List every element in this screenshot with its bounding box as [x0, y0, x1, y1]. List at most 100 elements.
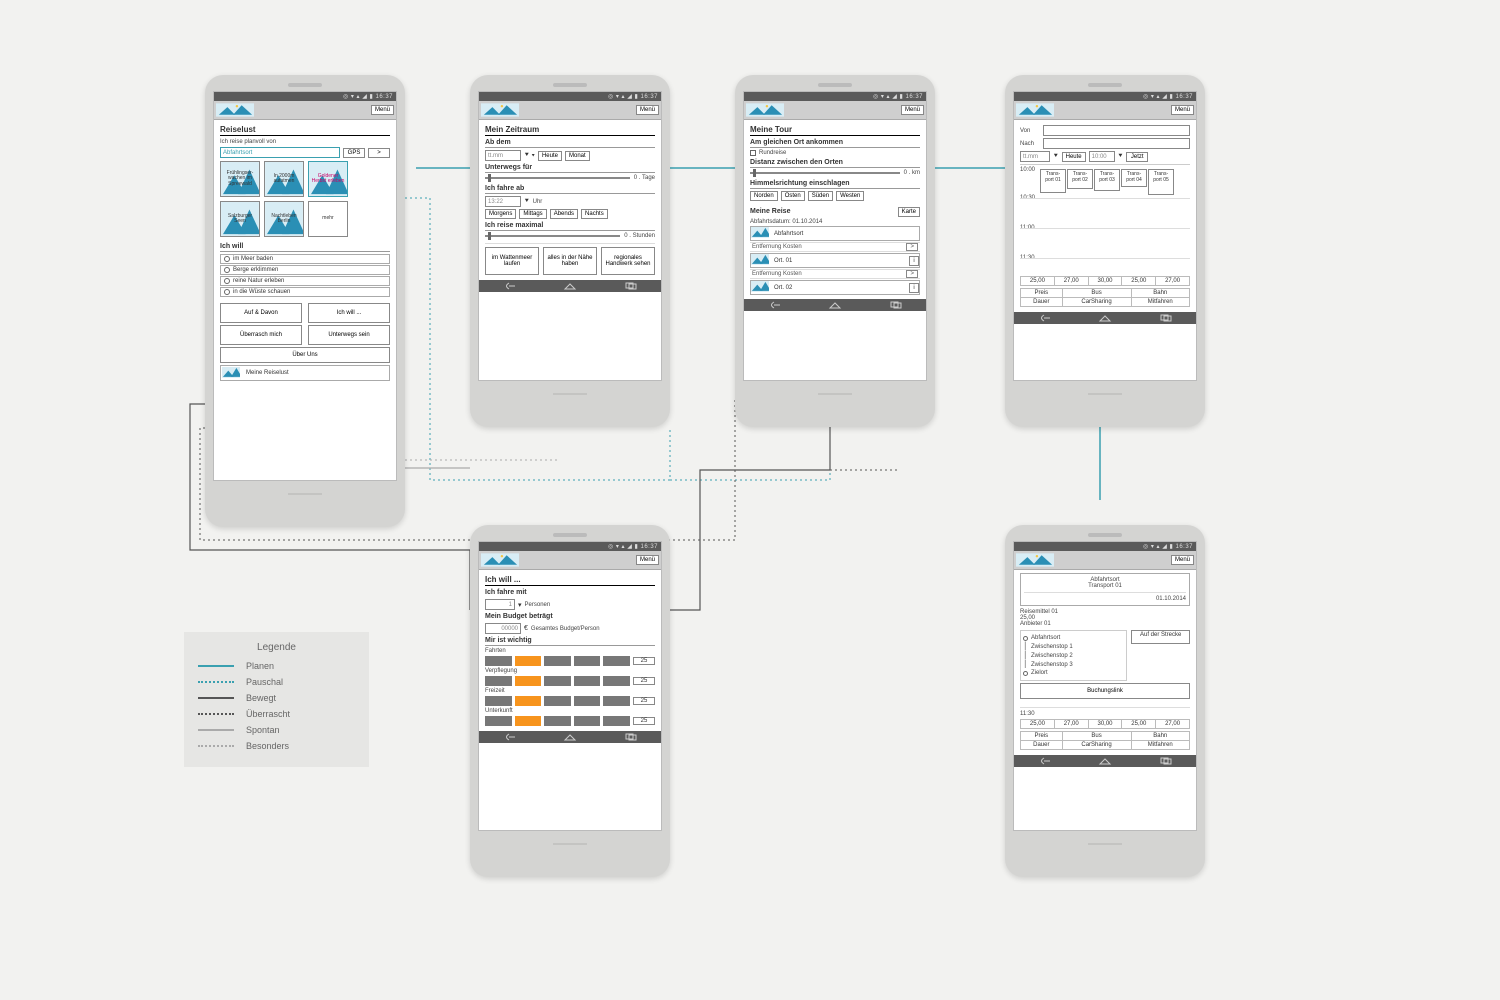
menu-button[interactable]: Menü	[901, 105, 924, 115]
menu-button[interactable]: Menü	[636, 105, 659, 115]
mittags-button[interactable]: Mittags	[519, 209, 546, 219]
heute-button[interactable]: Heute	[538, 151, 562, 161]
tile-3[interactable]: Salzburger Seen	[220, 201, 260, 237]
dir-ost[interactable]: Osten	[781, 191, 805, 201]
trans-04[interactable]: Trans-port 04	[1121, 169, 1147, 187]
menu-button[interactable]: Menü	[371, 105, 394, 115]
to-input[interactable]	[1043, 138, 1190, 149]
route-item-1[interactable]: Ort. 01i	[750, 253, 920, 268]
home-icon[interactable]	[1097, 314, 1113, 322]
app-logo	[746, 103, 784, 117]
trans-03[interactable]: Trans-port 03	[1094, 169, 1120, 191]
route-item-2[interactable]: Ort. 02i	[750, 280, 920, 295]
recent-icon[interactable]	[888, 301, 904, 309]
home-icon[interactable]	[827, 301, 843, 309]
max-label: Ich reise maximal	[485, 222, 655, 231]
tile-4[interactable]: Nachtleben Berlin	[264, 201, 304, 237]
go-button[interactable]: >	[368, 148, 390, 158]
back-icon[interactable]	[501, 733, 517, 741]
opt-2[interactable]: reine Natur erleben	[220, 276, 390, 286]
jetzt-button[interactable]: Jetzt	[1126, 152, 1148, 162]
tile-more[interactable]: mehr	[308, 201, 348, 237]
opt-0[interactable]: im Meer baden	[220, 254, 390, 264]
menu-button[interactable]: Menü	[1171, 555, 1194, 565]
price-table: 25,0027,0030,0025,0027,00	[1020, 276, 1190, 286]
home-icon[interactable]	[562, 733, 578, 741]
strecke-button[interactable]: Auf der Strecke	[1131, 630, 1190, 644]
trans-02[interactable]: Trans-port 02	[1067, 169, 1093, 189]
persons-input[interactable]: 1	[485, 599, 515, 610]
time-input[interactable]: 13:22	[485, 196, 521, 207]
tile-2[interactable]: Goldener Herbst erleben	[308, 161, 348, 197]
dir-sued[interactable]: Süden	[808, 191, 833, 201]
morgens-button[interactable]: Morgens	[485, 209, 516, 219]
same-place-label: Am gleichen Ort ankommen	[750, 139, 920, 148]
handwerk-button[interactable]: regionales Handwerk sehen	[601, 247, 655, 275]
tile-0[interactable]: Frühlingser-wachen im Spreewald	[220, 161, 260, 197]
budget-input[interactable]: 00000	[485, 623, 521, 634]
trans-05[interactable]: Trans-port 05	[1148, 169, 1174, 195]
recent-icon[interactable]	[623, 282, 639, 290]
distance-slider[interactable]: 0 . km	[750, 170, 920, 176]
auf-davon-button[interactable]: Auf & Davon	[220, 303, 302, 323]
recent-icon[interactable]	[1158, 314, 1174, 322]
about-button[interactable]: Über Uns	[220, 347, 390, 363]
fahrten-value[interactable]: 25	[633, 657, 655, 665]
map-button[interactable]: Karte	[898, 207, 920, 217]
want-heading: Ich will	[220, 243, 390, 252]
unterkunft-value[interactable]: 25	[633, 717, 655, 725]
price-table: 25,0027,0030,0025,0027,00	[1020, 719, 1190, 729]
freizeit-value[interactable]: 25	[633, 697, 655, 705]
departure-input[interactable]: Abfahrtsort	[220, 147, 340, 158]
preis-btn[interactable]: Preis	[1021, 289, 1063, 298]
bus-btn[interactable]: Bus	[1062, 289, 1131, 298]
ueberrasch-button[interactable]: Überrasch mich	[220, 325, 302, 345]
my-route-heading: Meine Reise	[750, 208, 790, 216]
bahn-btn[interactable]: Bahn	[1131, 289, 1190, 298]
recent-icon[interactable]	[623, 733, 639, 741]
android-navbar	[479, 731, 661, 743]
home-icon[interactable]	[1097, 757, 1113, 765]
time-input[interactable]: 10:00	[1089, 151, 1115, 162]
inspiration-tiles: Frühlingser-wachen im Spreewald In 2000m…	[220, 161, 390, 237]
tile-1[interactable]: In 2000m aufatmen	[264, 161, 304, 197]
opt-1[interactable]: Berge erklimmen	[220, 265, 390, 275]
legend-panel: Legende Planen Pauschal Bewegt Überrasch…	[184, 632, 369, 767]
abends-button[interactable]: Abends	[550, 209, 578, 219]
carshare-btn[interactable]: CarSharing	[1062, 298, 1131, 307]
back-icon[interactable]	[1036, 314, 1052, 322]
heute-button[interactable]: Heute	[1062, 152, 1086, 162]
date-input[interactable]: tt.mm	[1020, 151, 1050, 162]
gps-button[interactable]: GPS	[343, 148, 365, 158]
back-icon[interactable]	[501, 282, 517, 290]
phone-detail: ◎ ▾ ▴ ◢ ▮ 16:37 Menü Abfahrtsort Transpo…	[1005, 525, 1205, 877]
menu-button[interactable]: Menü	[636, 555, 659, 565]
rundreise-checkbox[interactable]: Rundreise	[750, 150, 920, 156]
booking-link[interactable]: Buchungslink	[1020, 683, 1190, 699]
naehe-button[interactable]: alles in der Nähe haben	[543, 247, 597, 275]
hours-slider[interactable]: 0 . Stunden	[485, 233, 655, 239]
from-input[interactable]	[1043, 125, 1190, 136]
ich-will-button[interactable]: Ich will ...	[308, 303, 390, 323]
days-slider[interactable]: 0 . Tage	[485, 175, 655, 181]
watt-button[interactable]: im Wattenmeer laufen	[485, 247, 539, 275]
back-icon[interactable]	[1036, 757, 1052, 765]
opt-3[interactable]: in die Wüste schauen	[220, 287, 390, 297]
menu-button[interactable]: Menü	[1171, 105, 1194, 115]
mitfahren-btn[interactable]: Mitfahren	[1131, 298, 1190, 307]
nachts-button[interactable]: Nachts	[581, 209, 608, 219]
unterwegs-button[interactable]: Unterwegs sein	[308, 325, 390, 345]
verpflegung-value[interactable]: 25	[633, 677, 655, 685]
legend-title: Legende	[198, 642, 355, 653]
dir-nord[interactable]: Norden	[750, 191, 778, 201]
recent-icon[interactable]	[1158, 757, 1174, 765]
monat-button[interactable]: Monat	[565, 151, 590, 161]
back-icon[interactable]	[766, 301, 782, 309]
dauer-btn[interactable]: Dauer	[1021, 298, 1063, 307]
date-input[interactable]: tt.mm	[485, 150, 521, 161]
dir-west[interactable]: Westen	[836, 191, 864, 201]
my-reiselust-link[interactable]: Meine Reiselust	[243, 370, 289, 376]
trans-01[interactable]: Trans-port 01	[1040, 169, 1066, 193]
home-icon[interactable]	[562, 282, 578, 290]
route-item-0[interactable]: Abfahrtsort	[750, 226, 920, 241]
